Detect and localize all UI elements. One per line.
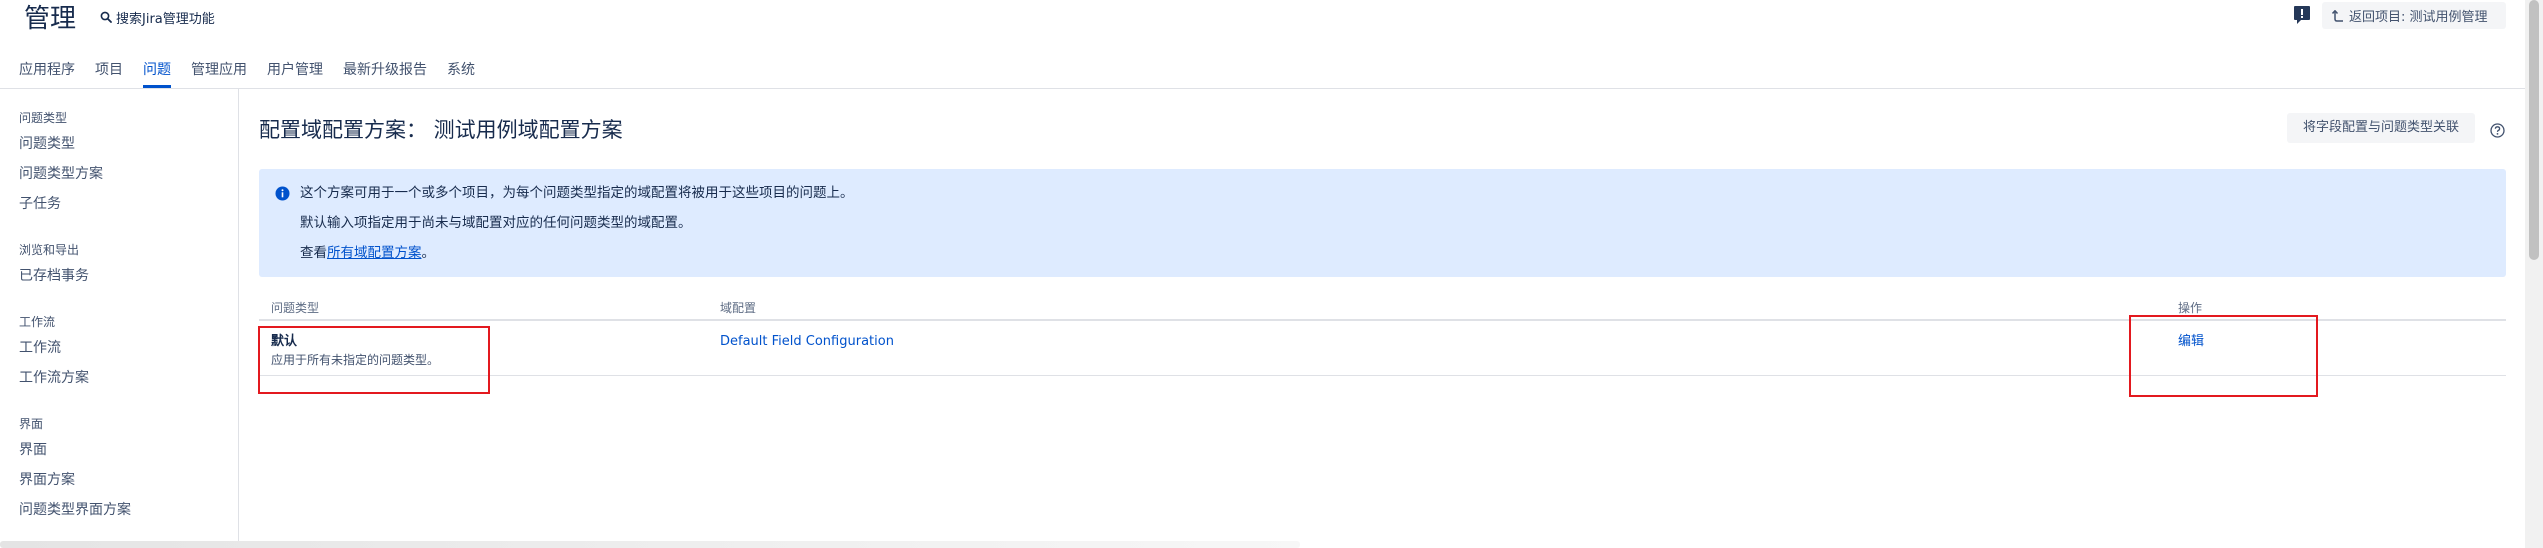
sidebar-item-subtasks[interactable]: 子任务 [0, 189, 238, 219]
sidebar-heading: 工作流 [19, 315, 56, 329]
nav-tabs: 应用程序 项目 问题 管理应用 用户管理 最新升级报告 系统 [19, 56, 475, 88]
tab-upgrade-report[interactable]: 最新升级报告 [343, 56, 427, 88]
sidebar-section-workflows: 工作流 工作流 工作流方案 [0, 312, 238, 393]
page-title: 配置域配置方案： 测试用例域配置方案 [259, 118, 623, 142]
app-title: 管理 [24, 4, 77, 34]
sidebar-item-issue-type-screen-schemes[interactable]: 问题类型界面方案 [0, 495, 238, 525]
tab-system[interactable]: 系统 [447, 56, 475, 88]
sidebar: 问题类型 问题类型 问题类型方案 子任务 浏览和导出 已存档事务 工作流 工作流… [0, 89, 239, 548]
back-to-project-label: 返回项目: 测试用例管理 [2349, 10, 2488, 25]
sidebar-item-workflows[interactable]: 工作流 [0, 333, 238, 363]
sidebar-item-screens[interactable]: 界面 [0, 435, 238, 465]
sidebar-item-issue-type-schemes[interactable]: 问题类型方案 [0, 159, 238, 189]
sidebar-item-issue-types[interactable]: 问题类型 [0, 129, 238, 159]
column-header-field-config: 域配置 [720, 301, 757, 315]
highlight-box [2129, 315, 2318, 397]
all-field-config-schemes-link[interactable]: 所有域配置方案 [327, 245, 422, 261]
info-text-line: 这个方案可用于一个或多个项目，为每个问题类型指定的域配置将被用于这些项目的问题上… [300, 185, 854, 201]
feedback-icon[interactable] [2293, 5, 2311, 25]
horizontal-scrollbar[interactable] [0, 541, 1300, 548]
sidebar-section-screens: 界面 界面 界面方案 问题类型界面方案 [0, 414, 238, 525]
field-config-link[interactable]: Default Field Configuration [720, 333, 2166, 351]
search-icon [100, 11, 112, 23]
column-header-issue-type: 问题类型 [271, 301, 320, 315]
sidebar-heading: 浏览和导出 [19, 243, 80, 257]
sidebar-item-workflow-schemes[interactable]: 工作流方案 [0, 363, 238, 393]
highlight-box [258, 326, 490, 394]
tab-projects[interactable]: 项目 [95, 56, 123, 88]
tab-user-management[interactable]: 用户管理 [267, 56, 323, 88]
info-text-prefix: 查看 [300, 245, 327, 261]
admin-nav: 应用程序 项目 问题 管理应用 用户管理 最新升级报告 系统 [0, 56, 2525, 89]
search-label: 搜索Jira管理功能 [116, 11, 215, 27]
search-admin[interactable]: 搜索Jira管理功能 [100, 6, 215, 28]
sidebar-section-browse-export: 浏览和导出 已存档事务 [0, 240, 238, 291]
info-icon [275, 186, 290, 201]
associate-field-config-button[interactable]: 将字段配置与问题类型关联 [2287, 113, 2475, 143]
info-message: 这个方案可用于一个或多个项目，为每个问题类型指定的域配置将被用于这些项目的问题上… [259, 169, 2506, 277]
info-text-line: 默认输入项指定用于尚未与域配置对应的任何问题类型的域配置。 [300, 215, 692, 231]
sidebar-heading: 问题类型 [19, 111, 68, 125]
tab-manage-apps[interactable]: 管理应用 [191, 56, 247, 88]
sidebar-item-screen-schemes[interactable]: 界面方案 [0, 465, 238, 495]
back-to-project-button[interactable]: 返回项目: 测试用例管理 [2322, 2, 2506, 29]
sidebar-heading: 界面 [19, 417, 44, 431]
sidebar-section-issue-types: 问题类型 问题类型 问题类型方案 子任务 [0, 108, 238, 219]
info-text-line: 查看所有域配置方案。 [300, 238, 2506, 268]
help-icon[interactable] [2490, 123, 2505, 138]
tab-issues[interactable]: 问题 [143, 56, 171, 88]
back-arrow-icon [2332, 9, 2344, 22]
field-config-cell: Default Field Configuration [708, 321, 2166, 375]
info-text-suffix: 。 [421, 245, 436, 261]
vertical-scrollbar-thumb[interactable] [2529, 0, 2539, 260]
sidebar-item-archived-issues[interactable]: 已存档事务 [0, 261, 238, 291]
tab-applications[interactable]: 应用程序 [19, 56, 75, 88]
vertical-scrollbar[interactable] [2525, 0, 2543, 548]
